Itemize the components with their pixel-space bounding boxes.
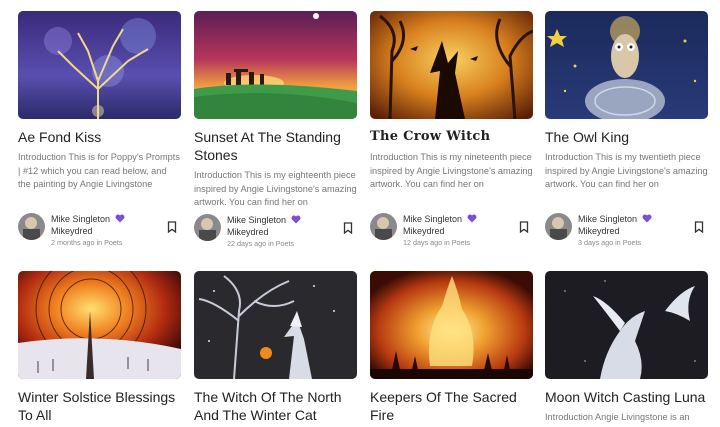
post-time: 12 days ago in Poets: [403, 238, 471, 247]
story-card[interactable]: Sunset At The Standing Stones Introducti…: [194, 11, 357, 248]
author-name[interactable]: Mike Singleton: [227, 215, 286, 225]
story-thumbnail-witch-winter-cat[interactable]: [194, 271, 357, 379]
post-time: 3 days ago in Poets: [578, 238, 642, 247]
story-title[interactable]: The Crow Witch: [370, 128, 533, 146]
author-handle[interactable]: Mikeydred: [227, 226, 337, 238]
author-handle[interactable]: Mikeydred: [51, 225, 161, 237]
story-title[interactable]: Ae Fond Kiss: [18, 128, 181, 146]
author-block: Mike Singleton Mikeydred 12 days ago in …: [370, 213, 533, 247]
story-thumbnail-crow-witch[interactable]: [370, 11, 533, 119]
story-title[interactable]: Keepers Of The Sacred Fire: [370, 388, 533, 424]
story-card[interactable]: The Owl King Introduction This is my twe…: [545, 11, 708, 247]
story-excerpt: Introduction This is my twentieth piece …: [545, 152, 708, 193]
story-card[interactable]: Moon Witch Casting Luna Introduction Ang…: [545, 271, 708, 425]
verified-heart-icon: [115, 214, 125, 223]
author-name[interactable]: Mike Singleton: [403, 214, 462, 224]
story-card[interactable]: Keepers Of The Sacred Fire: [370, 271, 533, 424]
avatar[interactable]: [370, 213, 397, 240]
avatar[interactable]: [545, 213, 572, 240]
author-name[interactable]: Mike Singleton: [51, 214, 110, 224]
story-excerpt: Introduction This is my nineteenth piece…: [370, 152, 533, 193]
story-title[interactable]: Moon Witch Casting Luna: [545, 388, 708, 406]
bookmark-icon[interactable]: [694, 221, 704, 233]
verified-heart-icon: [291, 215, 301, 224]
author-block: Mike Singleton Mikeydred 2 months ago in…: [18, 213, 181, 247]
story-excerpt: Introduction This is for Poppy's Prompts…: [18, 152, 180, 193]
story-thumbnail-moon-witch[interactable]: [545, 271, 708, 379]
story-thumbnail-sacred-fire[interactable]: [370, 271, 533, 379]
post-time: 2 months ago in Poets: [51, 238, 123, 247]
story-card[interactable]: The Crow Witch Introduction This is my n…: [370, 11, 533, 247]
story-thumbnail-tree[interactable]: [18, 11, 181, 119]
author-block: Mike Singleton Mikeydred 3 days ago in P…: [545, 213, 708, 247]
story-grid: Ae Fond Kiss Introduction This is for Po…: [0, 0, 720, 427]
author-handle[interactable]: Mikeydred: [403, 225, 513, 237]
story-title[interactable]: Winter Solstice Blessings To All: [18, 388, 181, 424]
story-title[interactable]: Sunset At The Standing Stones: [194, 128, 357, 164]
story-thumbnail-standing-stones[interactable]: [194, 11, 357, 119]
bookmark-icon[interactable]: [167, 221, 177, 233]
story-excerpt: Introduction This is my eighteenth piece…: [194, 170, 357, 211]
avatar[interactable]: [18, 213, 45, 240]
bookmark-icon[interactable]: [343, 222, 353, 234]
story-card[interactable]: Winter Solstice Blessings To All: [18, 271, 181, 424]
story-card[interactable]: The Witch Of The North And The Winter Ca…: [194, 271, 357, 424]
story-excerpt: Introduction Angie Livingstone is an: [545, 412, 690, 422]
author-handle[interactable]: Mikeydred: [578, 225, 688, 237]
story-thumbnail-owl-king[interactable]: [545, 11, 708, 119]
verified-heart-icon: [642, 214, 652, 223]
author-name[interactable]: Mike Singleton: [578, 214, 637, 224]
story-thumbnail-winter-solstice[interactable]: [18, 271, 181, 379]
verified-heart-icon: [467, 214, 477, 223]
story-title[interactable]: The Witch Of The North And The Winter Ca…: [194, 388, 357, 424]
avatar[interactable]: [194, 214, 221, 241]
author-block: Mike Singleton Mikeydred 22 days ago in …: [194, 214, 357, 248]
story-title[interactable]: The Owl King: [545, 128, 708, 146]
post-time: 22 days ago in Poets: [227, 239, 295, 248]
story-card[interactable]: Ae Fond Kiss Introduction This is for Po…: [18, 11, 181, 247]
bookmark-icon[interactable]: [519, 221, 529, 233]
